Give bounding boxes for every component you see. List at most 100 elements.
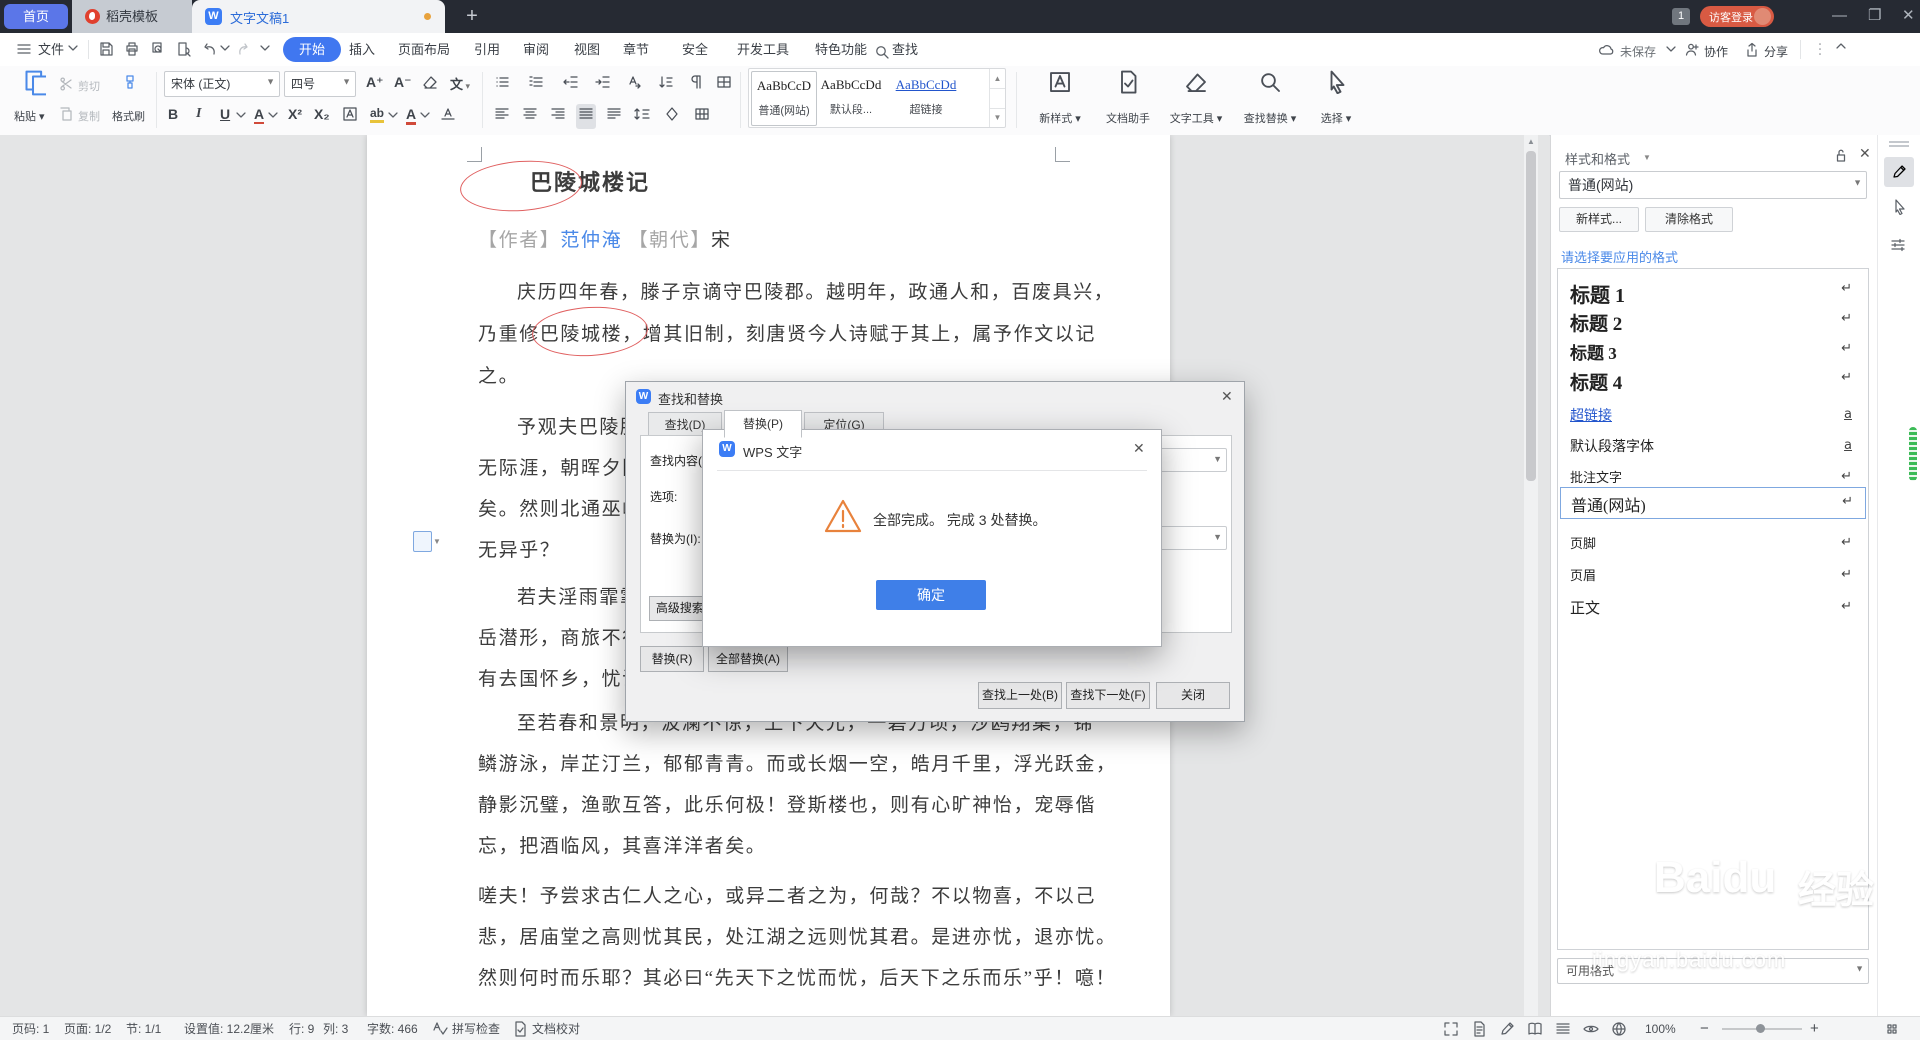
gallery-scrollbar[interactable]: ▲ ▼ [989,69,1005,127]
ink-icon[interactable] [1499,1021,1515,1040]
numbered-list-icon[interactable] [528,74,544,95]
menu-页面布局[interactable]: 页面布局 [398,37,450,63]
alert-close-icon[interactable]: ✕ [1133,440,1145,457]
underline-color-chevron-icon[interactable] [268,112,284,133]
spell-check-icon[interactable] [432,1021,448,1040]
zoom-slider-knob[interactable] [1756,1024,1765,1033]
tool-选择[interactable]: 选择 ▾ [1306,70,1366,128]
web-layout-icon[interactable] [1555,1021,1571,1040]
document-scrollbar[interactable]: ▲ [1524,135,1538,1016]
preview-icon[interactable] [176,41,192,62]
scroll-up-icon[interactable]: ▲ [1524,135,1538,149]
decrease-font-icon[interactable]: A⁻ [394,74,412,91]
borders-icon[interactable] [716,74,732,95]
select-cursor-icon[interactable] [1891,199,1907,220]
save-status-chevron-icon[interactable] [1666,46,1682,67]
tool-查找替换[interactable]: 查找替换 ▾ [1240,70,1300,128]
font-color-button[interactable]: A [406,106,417,125]
proofread-label[interactable]: 文档校对 [532,1017,580,1040]
minimize-button[interactable]: — [1832,6,1847,26]
tab-home[interactable]: 首页 [4,4,68,29]
zoom-in-button[interactable]: + [1810,1017,1819,1040]
pin-panel-icon[interactable] [1833,147,1849,168]
style-item-页眉[interactable]: 页眉 ↵ [1560,565,1864,589]
format-painter-icon[interactable] [122,74,138,95]
close-panel-icon[interactable]: ✕ [1859,145,1871,162]
menu-安全[interactable]: 安全 [682,37,708,63]
tab-docer-templates[interactable]: 稻壳模板 [72,0,192,33]
find-next-button[interactable]: 查找下一处(F) [1066,682,1150,709]
style-item-普通(网站)[interactable]: 普通(网站) ↵ [1560,487,1866,519]
highlight-chevron-icon[interactable] [388,112,404,133]
align-justify-icon[interactable] [576,104,596,129]
zoom-out-button[interactable]: − [1700,1017,1709,1040]
subscript-button[interactable]: X₂ [314,106,330,122]
close-button[interactable]: ✕ [1902,6,1915,26]
menu-审阅[interactable]: 审阅 [523,37,549,63]
paragraph-mark-icon[interactable] [688,74,704,95]
highlight-button[interactable]: ab [370,106,385,123]
menu-开始[interactable]: 开始 [283,37,341,62]
style-item-正文[interactable]: 正文 ↵ [1560,597,1864,621]
underline-button[interactable]: U [220,106,230,122]
share-button[interactable]: 分享 [1764,43,1788,60]
close-dialog-button[interactable]: 关闭 [1156,682,1230,709]
paste-button[interactable]: 粘贴 ▾ [14,108,45,124]
bold-button[interactable]: B [168,106,178,122]
edit-pen-tool[interactable] [1884,157,1914,187]
font-size-combo[interactable]: 四号 ▼ [284,71,356,97]
style-item-标题 3[interactable]: 标题 3 ↵ [1560,339,1864,363]
scrollbar-thumb[interactable] [1526,151,1536,481]
gallery-scroll-up-icon[interactable]: ▲ [990,69,1005,88]
tab-document[interactable]: W 文字文稿1 [192,0,445,33]
style-item-默认段落字体[interactable]: 默认段落字体 a [1560,436,1864,460]
margin-page-icon[interactable] [413,531,432,552]
cloud-sync-icon[interactable] [1598,42,1614,63]
paste-icon[interactable] [20,70,49,101]
search-icon[interactable] [874,44,890,65]
menu-插入[interactable]: 插入 [349,37,375,63]
menu-引用[interactable]: 引用 [474,37,500,63]
strip-handle[interactable] [1889,145,1909,147]
font-family-combo[interactable]: 宋体 (正文) ▼ [164,71,280,97]
panel-title-chevron-icon[interactable]: ▼ [1643,153,1651,162]
restore-button[interactable]: ❐ [1868,6,1881,26]
pinyin-icon[interactable]: 文 ▾ [450,74,470,93]
spell-check-label[interactable]: 拼写检查 [452,1017,500,1040]
replace-button[interactable]: 替换(R) [640,646,704,672]
menu-特色功能[interactable]: 特色功能 [815,37,867,63]
eye-protect-icon[interactable] [1583,1021,1599,1040]
clear-format-icon[interactable] [422,74,438,95]
menu-开发工具[interactable]: 开发工具 [737,37,789,63]
font-color-chevron-icon[interactable] [420,112,436,133]
ok-button[interactable]: 确定 [876,580,986,610]
tool-新样式[interactable]: 新样式 ▾ [1030,70,1090,128]
menu-章节[interactable]: 章节 [623,37,649,63]
app-launcher-icon[interactable] [1884,1021,1900,1040]
table-borders-icon[interactable] [694,106,710,127]
read-mode-icon[interactable] [1527,1021,1543,1040]
style-gallery-item-普通(网站)[interactable]: AaBbCcD 普通(网站) [751,71,817,126]
new-style-button[interactable]: 新样式... [1559,207,1639,232]
underline-chevron-icon[interactable] [236,112,252,133]
print-preview-icon[interactable] [150,41,166,62]
gallery-scroll-down-icon[interactable]: ▼ [990,109,1005,127]
strip-handle[interactable] [1889,141,1909,143]
align-left-icon[interactable] [494,106,510,127]
increase-font-icon[interactable]: A⁺ [366,74,384,91]
line-spacing-icon[interactable] [634,106,650,127]
superscript-button[interactable]: X² [288,106,302,122]
style-item-页脚[interactable]: 页脚 ↵ [1560,533,1864,557]
italic-button[interactable]: I [196,106,201,122]
style-item-标题 1[interactable]: 标题 1 ↵ [1560,279,1864,307]
file-menu[interactable]: 文件 [38,37,64,63]
char-border-icon[interactable] [342,106,358,127]
tool-文档助手[interactable]: 文档助手 [1098,70,1158,128]
current-style-combo[interactable]: 普通(网站) ▼ [1559,171,1867,199]
style-item-标题 4[interactable]: 标题 4 ↵ [1560,368,1864,394]
undo-chevron-icon[interactable] [220,45,236,66]
style-item-标题 2[interactable]: 标题 2 ↵ [1560,309,1864,335]
menu-视图[interactable]: 视图 [574,37,600,63]
find-previous-button[interactable]: 查找上一处(B) [978,682,1062,709]
quickbar-chevron-icon[interactable] [260,45,276,66]
